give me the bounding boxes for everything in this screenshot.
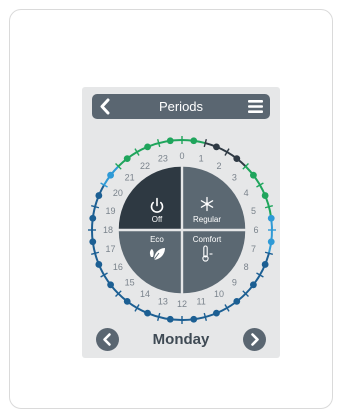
period-handle[interactable]	[144, 143, 151, 151]
mode-regular-label: Regular	[193, 215, 221, 224]
hour-label: 5	[251, 206, 256, 216]
period-handle[interactable]	[89, 238, 97, 246]
hour-label: 13	[158, 296, 168, 306]
period-handle[interactable]	[213, 143, 220, 151]
day-navigator: Monday	[82, 328, 280, 352]
period-handle[interactable]	[267, 214, 275, 222]
page-title: Periods	[158, 99, 204, 114]
widget-card: Periods 0 1 2 3 4 5 6 7 8 9 10 11 12 13 14 15 16 17 18 19 20…	[9, 9, 333, 409]
hour-label: 8	[244, 262, 249, 272]
thermostat-panel: Periods 0 1 2 3 4 5 6 7 8 9 10 11 12 13 14 15 16 17 18 19 20…	[82, 87, 280, 358]
period-handle[interactable]	[95, 192, 103, 199]
mode-off-label: Off	[152, 215, 163, 224]
period-handle[interactable]	[213, 309, 220, 317]
period-handle[interactable]	[267, 238, 275, 246]
period-handle[interactable]	[233, 155, 241, 162]
hour-label: 6	[253, 225, 258, 235]
hour-label: 12	[177, 299, 187, 309]
ring-segment-regular	[244, 165, 273, 219]
hour-label: 22	[140, 161, 150, 171]
chevron-left-icon	[103, 333, 111, 346]
previous-day-button[interactable]	[96, 328, 119, 351]
ring-segment-eco	[267, 218, 273, 254]
period-handle[interactable]	[123, 298, 131, 305]
period-handle[interactable]	[144, 309, 151, 317]
schedule-dial: 0 1234567891011121314151617181920212223 O…	[88, 136, 276, 324]
back-button[interactable]	[98, 98, 114, 115]
hour-label: 17	[106, 244, 116, 254]
period-handle[interactable]	[89, 214, 97, 222]
hour-label: 14	[140, 289, 150, 299]
periods-header: Periods	[92, 94, 270, 119]
period-handle[interactable]	[166, 137, 174, 145]
period-handle[interactable]	[107, 281, 114, 289]
period-handle[interactable]	[261, 261, 269, 268]
menu-button[interactable]	[248, 99, 263, 114]
hour-label: 21	[125, 173, 135, 183]
period-handle[interactable]	[261, 192, 269, 199]
period-handle[interactable]	[107, 171, 114, 179]
chevron-left-icon	[100, 98, 110, 115]
mode-comfort-label: Comfort	[193, 235, 222, 244]
period-handle[interactable]	[233, 298, 241, 305]
period-handle[interactable]	[250, 281, 257, 289]
ring-segment-regular	[117, 139, 183, 168]
hour-label: 23	[158, 154, 168, 164]
hour-label: 11	[196, 296, 205, 306]
hour-label: 1	[199, 154, 204, 164]
period-handle[interactable]	[190, 137, 198, 145]
period-handle[interactable]	[190, 315, 198, 323]
hour-label: 20	[113, 188, 123, 198]
chevron-right-icon	[251, 333, 259, 346]
period-handle[interactable]	[123, 155, 131, 162]
hour-label: 0	[179, 151, 184, 161]
day-label: Monday	[152, 331, 210, 348]
hour-label: 10	[214, 289, 224, 299]
hour-label: 15	[125, 277, 135, 287]
period-handle[interactable]	[95, 261, 103, 268]
hamburger-menu-icon	[248, 100, 263, 113]
hour-label: 7	[251, 244, 256, 254]
period-handle[interactable]	[250, 171, 257, 179]
mode-eco-label: Eco	[150, 235, 164, 244]
next-day-button[interactable]	[243, 328, 266, 351]
hour-label: 3	[232, 173, 237, 183]
hour-label: 16	[113, 262, 123, 272]
hour-label: 4	[244, 188, 249, 198]
hour-label: 19	[106, 206, 116, 216]
schedule-ring	[88, 136, 276, 324]
hour-label: 9	[232, 277, 237, 287]
period-handle[interactable]	[166, 315, 174, 323]
hour-label: 2	[216, 161, 221, 171]
hour-label: 18	[103, 225, 113, 235]
